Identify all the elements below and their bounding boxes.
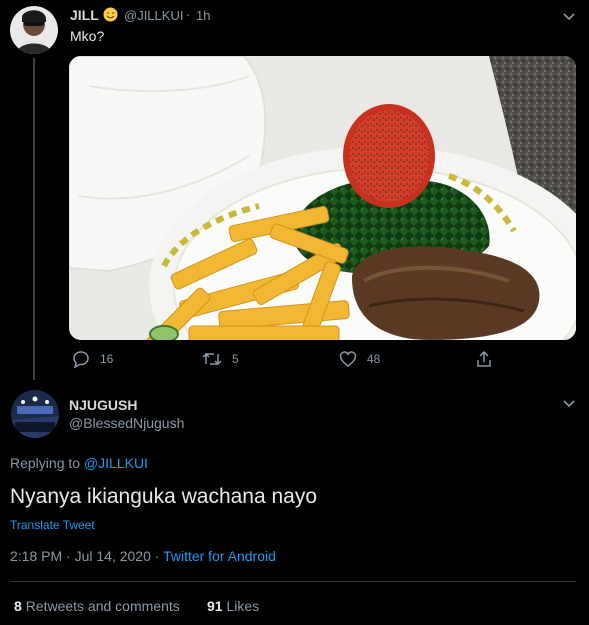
reply-button[interactable]: 16 <box>72 350 113 368</box>
replying-prefix: Replying to <box>10 455 81 471</box>
tweet-time[interactable]: 1h <box>196 8 210 23</box>
replying-to-line: Replying to @JILLKUI <box>10 455 148 471</box>
tweet-meta: 2:18 PM · Jul 14, 2020 · Twitter for And… <box>10 548 276 564</box>
share-icon <box>477 350 491 367</box>
author-name[interactable]: NJUGUSH <box>69 397 137 413</box>
food-plate-photo[interactable] <box>69 56 576 340</box>
retweets-count: 8 <box>14 598 22 614</box>
like-button[interactable]: 48 <box>339 350 380 368</box>
njugush-avatar[interactable] <box>11 390 59 438</box>
reply-count: 16 <box>100 352 114 366</box>
likes-stat[interactable]: 91 Likes <box>207 598 259 614</box>
chevron-down-icon[interactable] <box>561 8 577 24</box>
retweets-label: Retweets and comments <box>25 598 180 614</box>
translate-tweet-link[interactable]: Translate Tweet <box>10 518 95 532</box>
likes-label: Likes <box>226 598 260 614</box>
retweet-button[interactable]: 5 <box>202 350 239 368</box>
divider <box>10 581 576 582</box>
reply-icon <box>73 351 89 368</box>
tweet-stats: 8 Retweets and comments 91 Likes <box>14 598 259 614</box>
heart-icon <box>339 351 357 367</box>
chevron-down-icon[interactable] <box>561 395 577 411</box>
likes-count: 91 <box>207 598 223 614</box>
jill-avatar[interactable] <box>10 6 58 54</box>
share-button[interactable] <box>475 350 503 368</box>
retweets-stat[interactable]: 8 Retweets and comments <box>14 598 180 614</box>
author-handle[interactable]: @JILLKUI <box>124 8 183 23</box>
tweet-text: Nyanya ikianguka wachana nayo <box>10 485 318 508</box>
tweet-timestamp[interactable]: 2:18 PM · Jul 14, 2020 · <box>10 548 159 564</box>
thread-connector-line <box>33 58 35 380</box>
retweet-icon <box>202 352 222 366</box>
author-handle[interactable]: @BlessedNjugush <box>69 415 184 431</box>
like-count: 48 <box>367 352 381 366</box>
tweet-source-link[interactable]: Twitter for Android <box>163 548 276 564</box>
separator-dot: · <box>186 7 191 22</box>
smiling-face-icon <box>103 7 118 22</box>
replying-to-link[interactable]: @JILLKUI <box>84 455 148 471</box>
retweet-count: 5 <box>232 352 239 366</box>
tweet-text: Mko? <box>70 28 105 44</box>
author-name[interactable]: JILL <box>70 7 99 23</box>
